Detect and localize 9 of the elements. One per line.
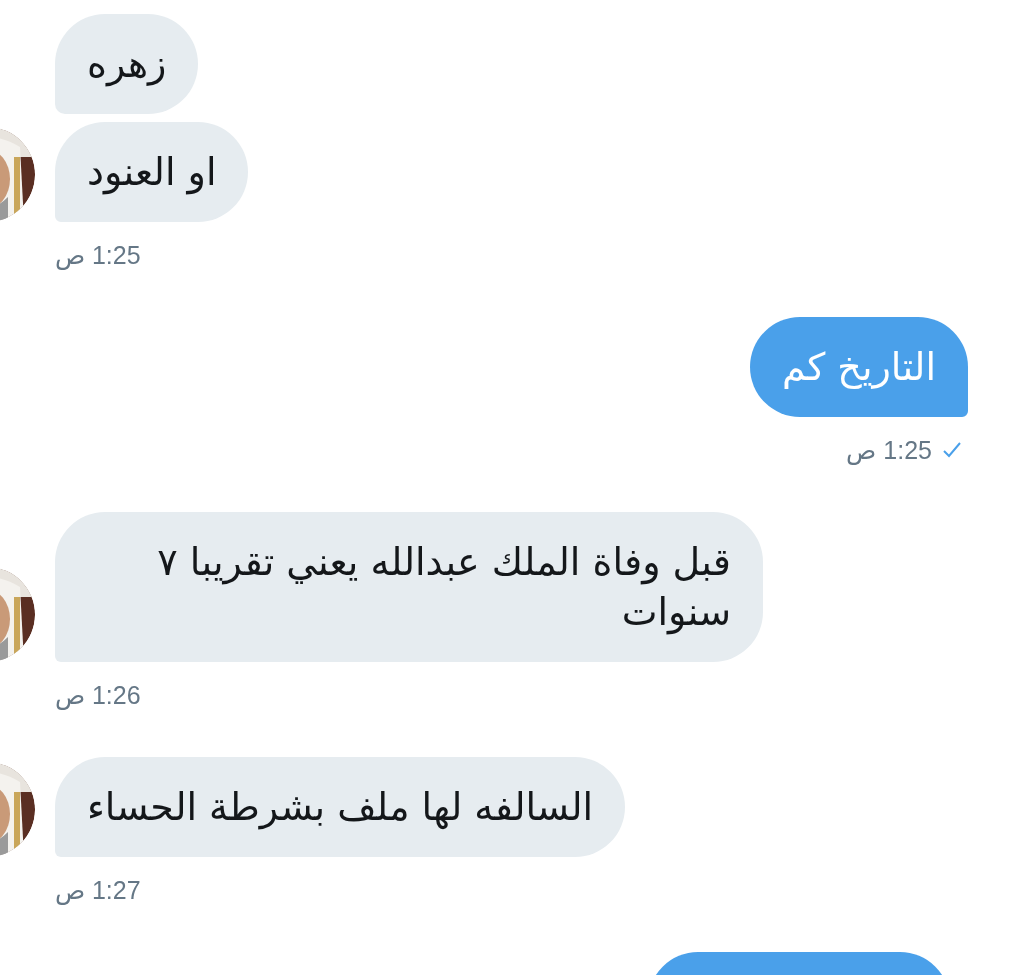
timestamp: 1:25 ص bbox=[55, 240, 141, 270]
timestamp: 1:25 ص bbox=[846, 435, 932, 465]
message-bubble: قبل وفاة الملك عبدالله يعني تقريبا ٧ سنوات bbox=[55, 512, 763, 662]
message-bubble: التاريخ كم bbox=[749, 317, 968, 417]
message-bubble: زهره bbox=[55, 14, 199, 114]
timestamp: 1:27 ص bbox=[55, 875, 141, 905]
timestamp: 1:26 ص bbox=[55, 680, 141, 710]
message-bubble: السالفه لها ملف بشرطة الحساء bbox=[55, 757, 626, 857]
message-bubble: او العنود bbox=[55, 122, 249, 222]
